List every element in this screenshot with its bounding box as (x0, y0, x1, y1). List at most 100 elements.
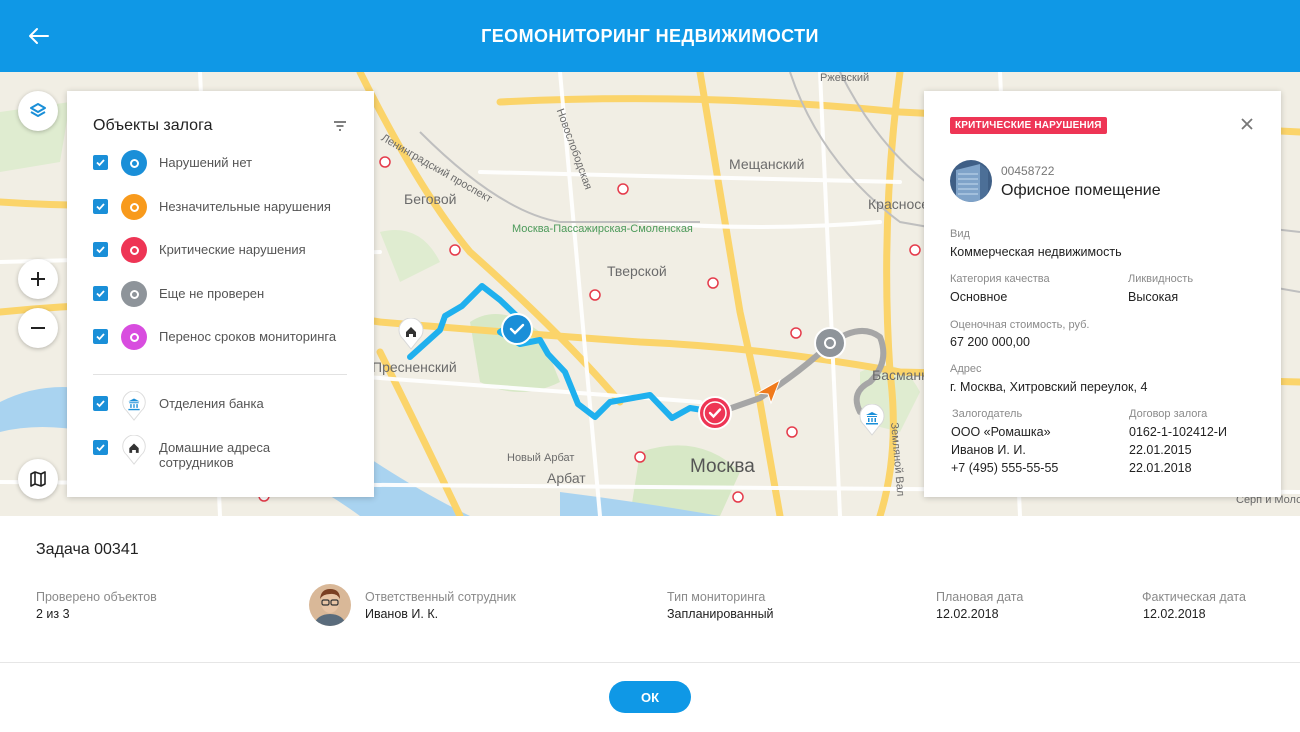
checkbox[interactable] (93, 286, 108, 301)
arrow-left-icon (29, 28, 49, 44)
close-icon (1241, 118, 1253, 130)
filter-button[interactable] (332, 119, 348, 133)
app-header: ГЕОМОНИТОРИНГ НЕДВИЖИМОСТИ (0, 0, 1300, 72)
map-label-arbat: Арбат (547, 470, 586, 486)
checked-objects-value: 2 из 3 (36, 607, 70, 621)
current-location-marker (753, 375, 783, 405)
contract-end-date: 22.01.2018 (1129, 461, 1192, 475)
legend-item-bank-branches[interactable]: Отделения банка (93, 390, 339, 421)
checkbox[interactable] (93, 155, 108, 170)
home-pin (121, 434, 147, 465)
check-icon (501, 313, 533, 345)
task-title: Задача 00341 (36, 541, 139, 558)
status-badge: КРИТИЧЕСКИЕ НАРУШЕНИЯ (950, 117, 1107, 134)
type-label: Вид (950, 228, 970, 240)
legend-item-label: Нарушений нет (159, 155, 253, 170)
bank-icon (122, 390, 146, 421)
map-label-presnensky: Пресненский (372, 359, 457, 375)
avatar (309, 584, 351, 626)
map-label-krasnoselsky: Красносе (868, 196, 930, 212)
plan-date-value: 12.02.2018 (936, 607, 999, 621)
checkbox[interactable] (93, 396, 108, 411)
plus-icon (31, 272, 45, 286)
legend-item-minor-violations[interactable]: Незначительные нарушения (93, 194, 339, 220)
object-marker-pending[interactable] (814, 327, 846, 359)
check-icon (96, 444, 105, 452)
map-label-tverskoy: Тверской (607, 263, 667, 279)
cost-label: Оценочная стоимость, руб. (950, 319, 1090, 331)
address-value: г. Москва, Хитровский переулок, 4 (950, 380, 1148, 394)
cost-value: 67 200 000,00 (950, 335, 1030, 349)
home-marker[interactable] (398, 317, 424, 350)
close-button[interactable] (1239, 116, 1255, 132)
ok-button[interactable]: ОК (609, 681, 691, 713)
status-dot-icon (121, 237, 147, 263)
map-icon (30, 471, 46, 487)
checkbox[interactable] (93, 440, 108, 455)
map-label-rzhevsky: Ржевский (820, 72, 870, 84)
check-icon (96, 333, 105, 341)
monitoring-type-label: Тип мониторинга (667, 590, 766, 604)
legend-item-no-violations[interactable]: Нарушений нет (93, 150, 339, 176)
home-icon (122, 434, 146, 465)
pledger-company: ООО «Ромашка» (951, 425, 1051, 439)
liquidity-value: Высокая (1128, 290, 1179, 304)
bank-icon (859, 403, 885, 436)
legend-item-not-checked[interactable]: Еще не проверен (93, 281, 339, 307)
object-id: 00458722 (1001, 164, 1055, 178)
monitoring-type-value: Запланированный (667, 607, 774, 621)
zoom-in-button[interactable] (18, 259, 58, 299)
object-marker-ok[interactable] (501, 313, 533, 345)
plan-date-label: Плановая дата (936, 590, 1024, 604)
contract-date: 22.01.2015 (1129, 443, 1192, 457)
checkbox[interactable] (93, 242, 108, 257)
checkbox[interactable] (93, 329, 108, 344)
map-label-basmanny: Басманн (872, 367, 929, 383)
building-thumbnail (950, 160, 992, 202)
building-icon (950, 160, 992, 202)
map-label-moskva: Москва (690, 456, 755, 477)
legend-item-label: Отделения банка (159, 396, 264, 411)
type-value: Коммерческая недвижимость (950, 245, 1122, 259)
fact-date-label: Фактическая дата (1142, 590, 1246, 604)
legend-item-label: Еще не проверен (159, 286, 265, 301)
circle-icon (814, 327, 846, 359)
legend-item-label: Домашние адреса сотрудников (159, 440, 271, 470)
check-icon (698, 396, 732, 430)
filter-icon (334, 121, 346, 131)
map-type-button[interactable] (18, 459, 58, 499)
checked-objects-label: Проверено объектов (36, 590, 157, 604)
legend-item-rescheduled[interactable]: Перенос сроков мониторинга (93, 324, 339, 350)
status-dot-icon (121, 150, 147, 176)
status-dot-icon (121, 281, 147, 307)
bank-pin (121, 390, 147, 421)
check-icon (96, 290, 105, 298)
check-icon (96, 400, 105, 408)
checkbox[interactable] (93, 199, 108, 214)
check-icon (96, 203, 105, 211)
divider (0, 662, 1300, 663)
contract-label: Договор залога (1129, 408, 1208, 420)
check-icon (96, 246, 105, 254)
object-info-card: КРИТИЧЕСКИЕ НАРУШЕНИЯ 00458722 Офисное п… (924, 91, 1281, 497)
minus-icon (31, 327, 45, 329)
object-marker-critical[interactable] (698, 396, 732, 430)
zoom-out-button[interactable] (18, 308, 58, 348)
legend-item-home-addresses[interactable]: Домашние адреса сотрудников (93, 434, 339, 470)
divider (93, 374, 347, 375)
person-avatar-icon (309, 584, 351, 626)
map-label-meshchansky: Мещанский (729, 156, 805, 172)
legend-item-label: Незначительные нарушения (159, 199, 331, 214)
bank-marker[interactable] (859, 403, 885, 436)
layers-button[interactable] (18, 91, 58, 131)
map-label-mpsm: Москва-Пассажирская-Смоленская (512, 223, 693, 235)
pledger-person: Иванов И. И. (951, 443, 1026, 457)
back-button[interactable] (22, 22, 54, 50)
pledger-label: Залогодатель (952, 408, 1023, 420)
legend-panel: Объекты залога Нарушений нет Незначитель… (67, 91, 374, 497)
legend-item-label: Критические нарушения (159, 242, 306, 257)
status-dot-icon (121, 324, 147, 350)
layers-icon (30, 103, 46, 117)
legend-item-critical-violations[interactable]: Критические нарушения (93, 237, 339, 263)
page-title: ГЕОМОНИТОРИНГ НЕДВИЖИМОСТИ (481, 25, 819, 46)
